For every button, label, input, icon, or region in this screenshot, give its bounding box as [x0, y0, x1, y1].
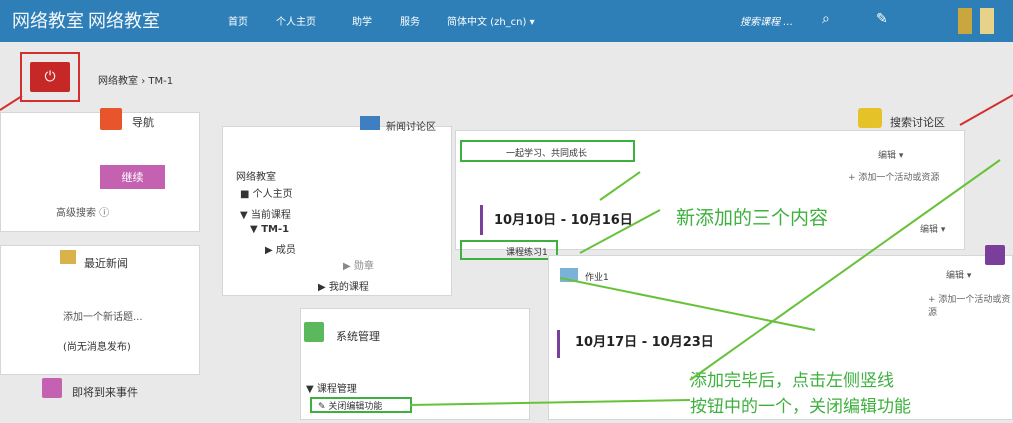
- arrow-line: [559, 277, 816, 331]
- arrow-line: [599, 171, 641, 201]
- arrow-line: [409, 399, 691, 406]
- arrow-line: [959, 94, 1013, 126]
- arrow-line: [689, 159, 1001, 381]
- arrow-line: [0, 95, 23, 111]
- arrow-line: [579, 209, 661, 254]
- annotation-arrows: [0, 94, 1013, 406]
